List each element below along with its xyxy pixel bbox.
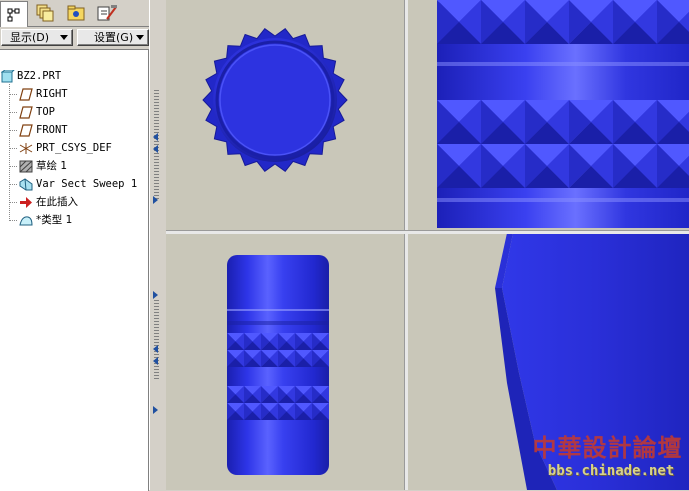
tree-item-label: 草绘 1: [36, 160, 68, 172]
settings-menu-label: 设置(G): [94, 31, 134, 44]
insert-here-arrow-icon: [20, 197, 32, 208]
layers-icon: [36, 4, 54, 22]
tools-icon: [97, 5, 117, 21]
navigator-panel: 显示(D) 设置(G) BZ2.PRT RIGHT TOP FRONT PRT_…: [0, 0, 149, 491]
viewport-divider-vertical[interactable]: [404, 0, 408, 490]
csys-icon: [19, 143, 33, 154]
sweep-icon: [19, 178, 33, 191]
tree-item-label: 在此插入: [36, 196, 78, 208]
tree-root-label: BZ2.PRT: [17, 70, 62, 82]
show-menu-label: 显示(D): [10, 31, 50, 44]
tree-connector: [9, 130, 17, 131]
tab-layers[interactable]: [31, 1, 59, 25]
model-tree-icon: [7, 8, 20, 21]
expand-right-arrow-icon[interactable]: [153, 406, 158, 414]
tree-connector: [9, 148, 17, 149]
show-menu-button[interactable]: 显示(D): [1, 29, 73, 46]
cap-top-view: [202, 28, 348, 172]
tree-connector: [9, 220, 17, 221]
model-tree: BZ2.PRT RIGHT TOP FRONT PRT_CSYS_DEF 草绘 …: [0, 49, 149, 491]
part-icon: [1, 70, 15, 83]
watermark-title: 中華設計論壇: [532, 433, 683, 462]
tree-item-label: *类型 1: [36, 214, 73, 226]
panel-splitter[interactable]: [149, 0, 166, 490]
surface-icon: [19, 216, 33, 226]
datum-plane-icon: [19, 124, 33, 137]
tree-connector: [9, 84, 10, 221]
folder-icon: [67, 5, 85, 21]
viewport-top-right[interactable]: [407, 0, 689, 230]
datum-plane-icon: [19, 106, 33, 119]
tree-item-label: TOP: [36, 106, 55, 118]
tab-tools[interactable]: [93, 1, 121, 25]
splitter-grip[interactable]: [154, 300, 159, 380]
navigator-tab-strip: [0, 0, 149, 27]
tree-item-label: FRONT: [36, 124, 68, 136]
tree-item-label: PRT_CSYS_DEF: [36, 142, 112, 154]
viewport-bottom-left[interactable]: [166, 233, 404, 490]
knurl-zoom-view: [437, 0, 689, 228]
expand-right-arrow-icon[interactable]: [153, 196, 158, 204]
watermark: 中華設計論壇 bbs.chinade.net: [530, 434, 685, 484]
tab-model-tree[interactable]: [0, 1, 28, 27]
navigator-menu-row: 显示(D) 设置(G): [0, 27, 149, 49]
tree-connector: [9, 94, 17, 95]
viewport-top-left[interactable]: [166, 0, 404, 230]
tree-connector: [9, 184, 17, 185]
tree-item-label: Var Sect Sweep 1: [36, 178, 138, 190]
settings-menu-button[interactable]: 设置(G): [77, 29, 149, 46]
collapse-left-arrow-icon[interactable]: [153, 357, 158, 365]
expand-right-arrow-icon[interactable]: [153, 291, 158, 299]
sketch-icon: [19, 160, 33, 173]
datum-plane-icon: [19, 88, 33, 101]
watermark-url: bbs.chinade.net: [547, 463, 675, 479]
collapse-left-arrow-icon[interactable]: [153, 133, 158, 141]
tree-connector: [9, 166, 17, 167]
chevron-down-icon: [60, 35, 68, 40]
tree-connector: [9, 202, 17, 203]
bottle-side-view: [227, 255, 329, 475]
tab-folder-browser[interactable]: [62, 1, 90, 25]
tree-item-label: RIGHT: [36, 88, 68, 100]
viewport-divider-horizontal[interactable]: [166, 230, 689, 234]
tree-connector: [9, 112, 17, 113]
collapse-left-arrow-icon[interactable]: [153, 145, 158, 153]
chevron-down-icon: [136, 35, 144, 40]
collapse-left-arrow-icon[interactable]: [153, 345, 158, 353]
